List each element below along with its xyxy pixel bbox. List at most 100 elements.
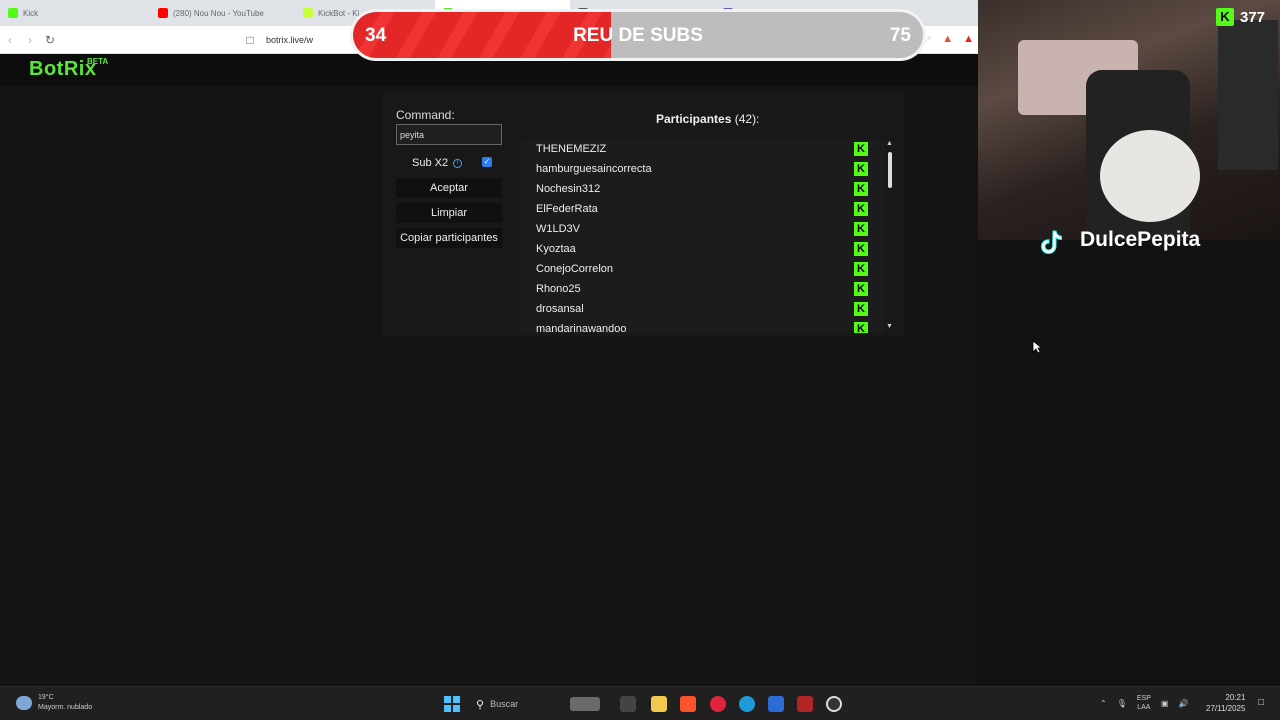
- windows-start-icon[interactable]: [444, 696, 460, 712]
- clock-time: 20:21: [1225, 693, 1246, 702]
- participant-row[interactable]: drosansal K: [521, 300, 871, 320]
- clock-date: 27/11/2025: [1206, 704, 1246, 713]
- weather-desc: Mayorm. nublado: [38, 704, 93, 711]
- language-indicator[interactable]: ESP LAA: [1137, 694, 1151, 712]
- participant-name: W1LD3V: [536, 223, 581, 235]
- participant-row[interactable]: mandarinawandoo K: [521, 320, 871, 333]
- participant-name: Rhono25: [536, 283, 581, 295]
- sub-x2-checkbox[interactable]: ✓: [482, 157, 492, 167]
- kick-platform-icon: K: [854, 262, 868, 276]
- lang-top: ESP: [1136, 695, 1151, 702]
- notification-icon[interactable]: □: [1258, 697, 1264, 708]
- beta-badge: BETA: [87, 57, 109, 66]
- sub-x2-option: Sub X2 i: [412, 155, 463, 171]
- brave-browser-icon[interactable]: [680, 696, 696, 712]
- bookmark-icon[interactable]: □: [240, 33, 260, 47]
- kick-platform-icon: K: [854, 142, 868, 156]
- participant-row[interactable]: Kyoztaa K: [521, 240, 871, 260]
- participant-name: hamburguesaincorrecta: [536, 163, 652, 175]
- participant-row[interactable]: Rhono25 K: [521, 280, 871, 300]
- kick-platform-icon: K: [854, 182, 868, 196]
- participants-scrollbar[interactable]: ▲ ▼: [885, 140, 895, 333]
- screen: Kick (280) Nou Nou - YouTube KickBot - Ki.…: [0, 0, 1280, 720]
- info-icon[interactable]: i: [453, 158, 463, 168]
- kick-platform-icon: K: [854, 202, 868, 216]
- participant-name: Kyoztaa: [536, 243, 576, 255]
- shelf-shape: [1218, 20, 1278, 170]
- back-icon[interactable]: ‹: [0, 33, 20, 47]
- participant-name: ElFederRata: [536, 203, 598, 215]
- tab-favicon-icon: [158, 8, 168, 18]
- search-highlight-icon: [570, 697, 601, 711]
- kick-platform-icon: K: [854, 242, 868, 256]
- dota-icon[interactable]: [797, 696, 813, 712]
- participants-count: (42):: [734, 112, 760, 126]
- participants-title: Participantes (42):: [656, 112, 759, 126]
- webcam-feed: [978, 0, 1280, 240]
- weather-text: 19°C Mayorm. nublado: [38, 693, 92, 713]
- accept-button[interactable]: Aceptar: [396, 178, 502, 198]
- viewer-count-badge: K 377: [1216, 7, 1265, 27]
- pillow-shape: [1100, 130, 1200, 222]
- kick-logo-icon: K: [1216, 8, 1234, 26]
- weather-widget[interactable]: 19°C Mayorm. nublado: [16, 693, 92, 713]
- obs-icon[interactable]: [826, 696, 842, 712]
- tab-favicon-icon: [8, 8, 18, 18]
- participant-name: THENEMEZIZ: [536, 143, 607, 155]
- microphone-icon[interactable]: 🎙: [1117, 699, 1127, 708]
- participant-row[interactable]: W1LD3V K: [521, 220, 871, 240]
- viewer-count: 377: [1240, 8, 1266, 26]
- participant-name: mandarinawandoo: [536, 323, 627, 333]
- browser-tab[interactable]: Kick: [0, 0, 150, 26]
- file-explorer-icon[interactable]: [651, 696, 667, 712]
- scroll-down-icon[interactable]: ▼: [886, 323, 893, 330]
- kick-platform-icon: K: [854, 282, 868, 296]
- reload-icon[interactable]: ↻: [40, 33, 60, 47]
- sub-goal-target: 75: [889, 25, 911, 46]
- participant-row[interactable]: ConejoCorrelon K: [521, 260, 871, 280]
- participants-list[interactable]: THENEMEZIZ Khamburguesaincorrecta K Nochesi…: [521, 140, 885, 333]
- sub-goal-bar: REU DE SUBS 34 75: [350, 9, 926, 61]
- rewards-icon[interactable]: ▲: [963, 33, 974, 46]
- cloud-icon: [16, 696, 32, 710]
- kick-platform-icon: K: [854, 222, 868, 236]
- lang-bottom: LAA: [1137, 704, 1151, 711]
- participant-row[interactable]: hamburguesaincorrecta K: [521, 160, 871, 180]
- command-input[interactable]: [396, 124, 502, 145]
- scroll-thumb[interactable]: [888, 152, 892, 188]
- opera-icon[interactable]: [710, 696, 726, 712]
- tab-label: (280) Nou Nou - YouTube: [173, 8, 264, 18]
- mouse-cursor-icon: [1032, 340, 1042, 354]
- edge-icon[interactable]: [739, 696, 755, 712]
- participants-title-label: Participantes: [656, 112, 732, 126]
- task-view-icon[interactable]: [620, 696, 636, 712]
- kick-platform-icon: K: [854, 322, 868, 333]
- scroll-up-icon[interactable]: ▲: [886, 140, 893, 147]
- clear-button[interactable]: Limpiar: [396, 203, 502, 223]
- copy-participants-button[interactable]: Copiar participantes: [396, 228, 502, 248]
- taskbar-search[interactable]: ⚲ Buscar: [468, 694, 618, 714]
- forward-icon[interactable]: ›: [20, 33, 40, 47]
- participant-name: drosansal: [536, 303, 584, 315]
- windows-taskbar: 19°C Mayorm. nublado ⚲ Buscar ⌃ 🎙 ESP LA…: [0, 686, 1280, 720]
- search-placeholder: Buscar: [490, 699, 519, 709]
- network-icon[interactable]: ▣: [1161, 699, 1169, 708]
- brave-shield-icon[interactable]: ▲: [942, 33, 953, 46]
- command-label: Command:: [396, 108, 455, 122]
- participant-name: Nochesin312: [536, 183, 601, 195]
- participant-row[interactable]: ElFederRata K: [521, 200, 871, 220]
- sub-x2-label: Sub X2: [412, 157, 449, 169]
- system-tray: ⌃ 🎙 ESP LAA ▣ 🔊: [1100, 694, 1188, 712]
- url-text[interactable]: botrix.live/w: [266, 35, 313, 45]
- volume-icon[interactable]: 🔊: [1178, 699, 1188, 708]
- search-icon: ⚲: [476, 698, 485, 711]
- tab-label: Kick: [23, 8, 39, 18]
- participant-row[interactable]: Nochesin312 K: [521, 180, 871, 200]
- clock[interactable]: 20:21 27/11/2025: [1206, 692, 1245, 714]
- tray-chevron-icon[interactable]: ⌃: [1100, 699, 1107, 708]
- browser-tab[interactable]: (280) Nou Nou - YouTube: [150, 0, 295, 26]
- kick-platform-icon: K: [854, 302, 868, 316]
- store-icon[interactable]: [768, 696, 784, 712]
- participant-row[interactable]: THENEMEZIZ K: [521, 140, 871, 160]
- participant-name: ConejoCorrelon: [536, 263, 614, 275]
